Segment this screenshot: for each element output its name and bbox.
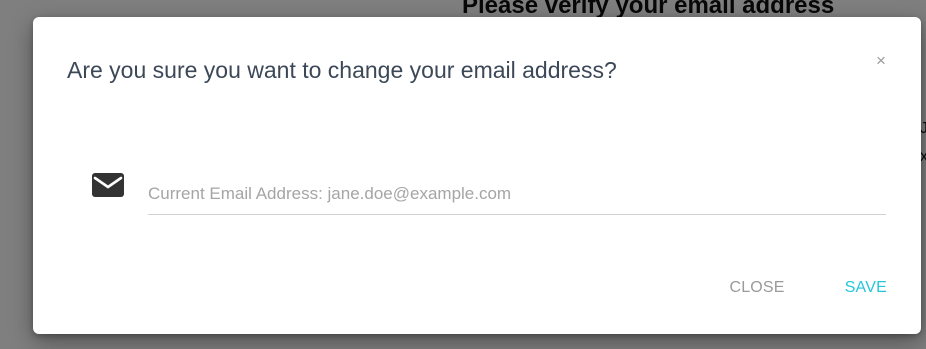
close-button[interactable]: CLOSE (729, 273, 784, 303)
save-button[interactable]: SAVE (845, 273, 887, 303)
mail-icon (92, 173, 124, 197)
current-email-input[interactable] (148, 179, 886, 215)
close-icon[interactable]: × (871, 51, 891, 71)
dialog-actions: CLOSE SAVE (729, 273, 887, 303)
email-field-row (91, 171, 886, 219)
dialog-title: Are you sure you want to change your ema… (67, 57, 617, 83)
change-email-dialog: Are you sure you want to change your ema… (33, 17, 921, 334)
